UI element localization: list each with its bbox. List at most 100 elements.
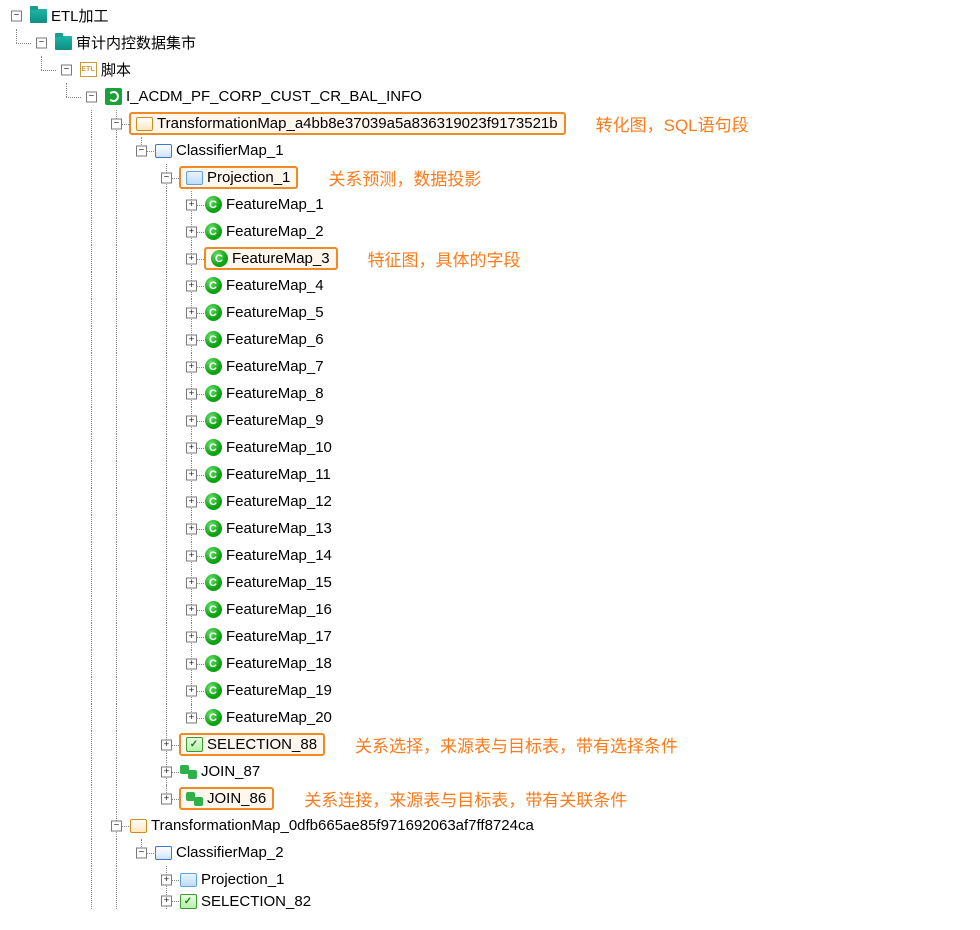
tree-node-feature[interactable]: +CFeatureMap_20 [4, 704, 976, 731]
tree-node[interactable]: − I_ACDM_PF_CORP_CUST_CR_BAL_INFO [4, 83, 976, 110]
expand-icon[interactable]: + [186, 685, 197, 696]
expand-icon[interactable]: + [186, 577, 197, 588]
expand-icon[interactable]: + [161, 739, 172, 750]
join-icon [179, 763, 197, 781]
tree-node-feature[interactable]: +CFeatureMap_16 [4, 596, 976, 623]
feature-map-icon: C [204, 520, 222, 538]
collapse-icon[interactable]: − [86, 91, 97, 102]
node-label: FeatureMap_6 [224, 330, 326, 349]
tree-node-feature[interactable]: +CFeatureMap_3特征图，具体的字段 [4, 245, 976, 272]
node-label: FeatureMap_12 [224, 492, 334, 511]
collapse-icon[interactable]: − [136, 145, 147, 156]
tree-node-projection[interactable]: − Projection_1 关系预测，数据投影 [4, 164, 976, 191]
expand-icon[interactable]: + [186, 712, 197, 723]
node-label: FeatureMap_16 [224, 600, 334, 619]
feature-map-icon: C [204, 547, 222, 565]
feature-map-icon: C [204, 466, 222, 484]
collapse-icon[interactable]: − [161, 172, 172, 183]
tree-node-selection[interactable]: + SELECTION_82 [4, 893, 976, 909]
tree-node-root[interactable]: − ETL加工 [4, 2, 976, 29]
tree-node[interactable]: − 审计内控数据集市 [4, 29, 976, 56]
tree-node-feature[interactable]: +CFeatureMap_9 [4, 407, 976, 434]
node-label: FeatureMap_15 [224, 573, 334, 592]
expand-icon[interactable]: + [186, 226, 197, 237]
expand-icon[interactable]: + [186, 550, 197, 561]
selection-icon [179, 893, 197, 909]
node-label: SELECTION_88 [205, 735, 319, 754]
expand-icon[interactable]: + [186, 280, 197, 291]
transformation-map-icon [129, 817, 147, 835]
node-label: FeatureMap_5 [224, 303, 326, 322]
tree-node[interactable]: − ETL 脚本 [4, 56, 976, 83]
expand-icon[interactable]: + [186, 496, 197, 507]
node-label: FeatureMap_2 [224, 222, 326, 241]
tree-node[interactable]: − ClassifierMap_1 [4, 137, 976, 164]
feature-map-icon: C [204, 493, 222, 511]
expand-icon[interactable]: + [186, 361, 197, 372]
tree-node-feature[interactable]: +CFeatureMap_7 [4, 353, 976, 380]
tree-node-selection[interactable]: + SELECTION_88 关系选择，来源表与目标表，带有选择条件 [4, 731, 976, 758]
tree-node-feature[interactable]: +CFeatureMap_8 [4, 380, 976, 407]
collapse-icon[interactable]: − [11, 10, 22, 21]
node-label: Projection_1 [199, 870, 286, 889]
tree-node-projection[interactable]: + Projection_1 [4, 866, 976, 893]
highlighted-node: Projection_1 [179, 166, 298, 189]
tree-node-feature[interactable]: +CFeatureMap_18 [4, 650, 976, 677]
expand-icon[interactable]: + [186, 442, 197, 453]
node-label: FeatureMap_3 [230, 249, 332, 268]
etl-icon: ETL [79, 61, 97, 79]
tree-node-join[interactable]: + JOIN_87 [4, 758, 976, 785]
annotation: 关系预测，数据投影 [328, 165, 481, 190]
expand-icon[interactable]: + [186, 253, 197, 264]
tree-node-feature[interactable]: +CFeatureMap_15 [4, 569, 976, 596]
refresh-icon [104, 88, 122, 106]
expand-icon[interactable]: + [186, 469, 197, 480]
tree-node-feature[interactable]: +CFeatureMap_1 [4, 191, 976, 218]
tree-node-feature[interactable]: + CFeatureMap_12 [4, 488, 976, 515]
expand-icon[interactable]: + [186, 199, 197, 210]
collapse-icon[interactable]: − [61, 64, 72, 75]
expand-icon[interactable]: + [161, 874, 172, 885]
node-label: FeatureMap_18 [224, 654, 334, 673]
expand-icon[interactable]: + [186, 388, 197, 399]
feature-map-icon: C [204, 223, 222, 241]
expand-icon[interactable]: + [186, 658, 197, 669]
tree-node-feature[interactable]: +CFeatureMap_19 [4, 677, 976, 704]
expand-icon[interactable]: + [161, 766, 172, 777]
tree-node-transformation-map[interactable]: − TransformationMap_a4bb8e37039a5a836319… [4, 110, 976, 137]
node-label: Projection_1 [205, 168, 292, 187]
collapse-icon[interactable]: − [111, 820, 122, 831]
tree-node-feature[interactable]: +CFeatureMap_6 [4, 326, 976, 353]
node-label: SELECTION_82 [199, 893, 313, 909]
collapse-icon[interactable]: − [111, 118, 122, 129]
expand-icon[interactable]: + [186, 604, 197, 615]
tree-node-feature[interactable]: +CFeatureMap_11 [4, 461, 976, 488]
tree-node[interactable]: − ClassifierMap_2 [4, 839, 976, 866]
expand-icon[interactable]: + [186, 523, 197, 534]
tree-node-feature[interactable]: +CFeatureMap_13 [4, 515, 976, 542]
tree-node-feature[interactable]: +CFeatureMap_4 [4, 272, 976, 299]
tree-node-feature[interactable]: +CFeatureMap_10 [4, 434, 976, 461]
collapse-icon[interactable]: − [136, 847, 147, 858]
tree-node-feature[interactable]: +CFeatureMap_5 [4, 299, 976, 326]
expand-icon[interactable]: + [186, 334, 197, 345]
highlighted-node: TransformationMap_a4bb8e37039a5a83631902… [129, 112, 566, 135]
expand-icon[interactable]: + [186, 631, 197, 642]
projection-icon [179, 871, 197, 889]
tree-node-feature[interactable]: + CFeatureMap_2 [4, 218, 976, 245]
collapse-icon[interactable]: − [36, 37, 47, 48]
expand-icon[interactable]: + [161, 896, 172, 907]
expand-icon[interactable]: + [186, 415, 197, 426]
annotation: 特征图，具体的字段 [368, 246, 521, 271]
tree-node-feature[interactable]: +CFeatureMap_17 [4, 623, 976, 650]
node-label: FeatureMap_19 [224, 681, 334, 700]
expand-icon[interactable]: + [161, 793, 172, 804]
folder-icon [54, 34, 72, 52]
tree-node-feature[interactable]: +CFeatureMap_14 [4, 542, 976, 569]
tree-node-transformation-map[interactable]: − TransformationMap_0dfb665ae85f97169206… [4, 812, 976, 839]
feature-list: +CFeatureMap_1+CFeatureMap_2+CFeatureMap… [4, 191, 976, 731]
folder-icon [29, 7, 47, 25]
tree-node-join[interactable]: + JOIN_86 关系连接，来源表与目标表，带有关联条件 [4, 785, 976, 812]
node-label: FeatureMap_10 [224, 438, 334, 457]
expand-icon[interactable]: + [186, 307, 197, 318]
